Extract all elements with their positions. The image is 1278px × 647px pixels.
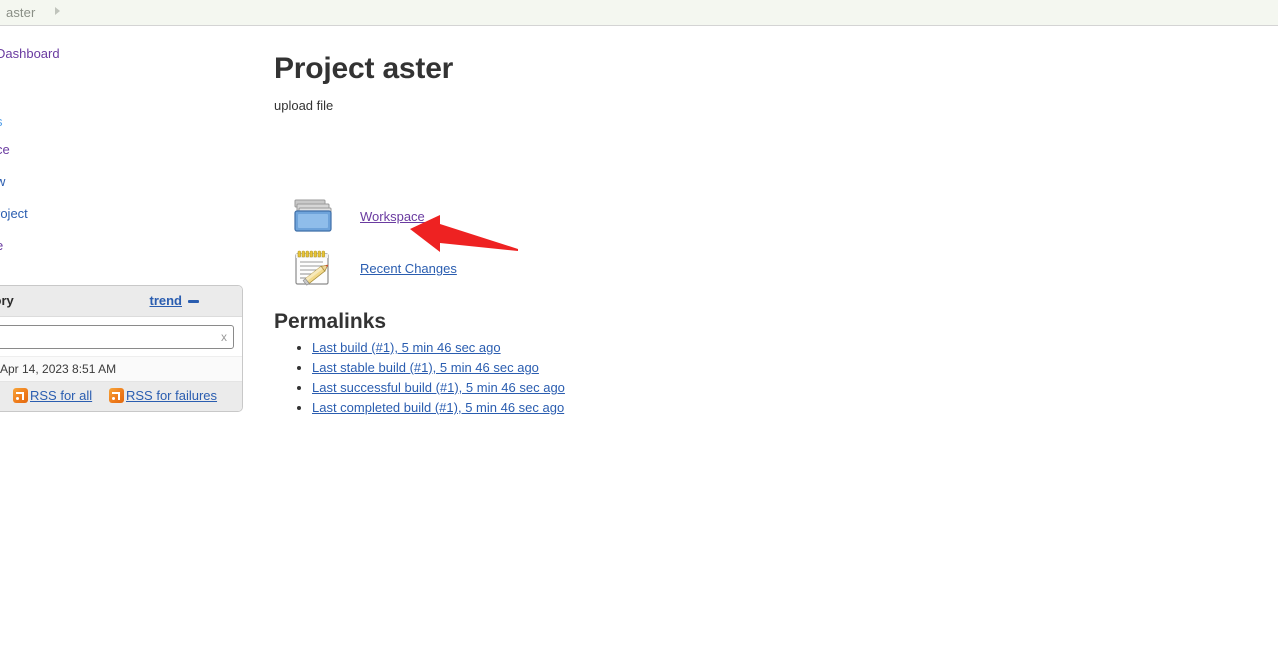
list-item: Last completed build (#1), 5 min 46 sec … (312, 398, 565, 418)
folder-icon (292, 196, 336, 236)
rss-for-all-link[interactable]: RSS for all (30, 388, 92, 403)
rss-for-all-group[interactable]: RSS for all (13, 388, 92, 403)
permalinks-heading: Permalinks (274, 310, 387, 333)
permalink-last-stable-build[interactable]: Last stable build (#1), 5 min 46 sec ago (312, 360, 539, 375)
main-content: Project aster upload file Workspace Rece… (274, 26, 1278, 415)
permalink-last-completed-build[interactable]: Last completed build (#1), 5 min 46 sec … (312, 400, 564, 415)
build-history-title: History (0, 293, 14, 308)
recent-changes-link[interactable]: Recent Changes (360, 261, 457, 276)
build-history-search-input[interactable] (0, 328, 193, 348)
rss-for-failures-group[interactable]: RSS for failures (109, 388, 217, 403)
list-item: Last successful build (#1), 5 min 46 sec… (312, 378, 565, 398)
list-item: Last build (#1), 5 min 46 sec ago (312, 338, 565, 358)
build-history-header: History trend (0, 286, 242, 317)
project-description: upload file (274, 98, 334, 113)
permalink-last-build[interactable]: Last build (#1), 5 min 46 sec ago (312, 340, 501, 355)
rss-icon (13, 388, 28, 403)
caret-right-icon[interactable] (55, 7, 60, 15)
rss-for-failures-link[interactable]: RSS for failures (126, 388, 217, 403)
sidebar-item-delete-project[interactable]: roject (0, 207, 28, 221)
sidebar-item-changes[interactable]: s (0, 115, 3, 129)
build-history-row[interactable]: Apr 14, 2023 8:51 AM (0, 356, 242, 382)
permalinks-list: Last build (#1), 5 min 46 sec ago Last s… (274, 338, 565, 418)
list-item: Last stable build (#1), 5 min 46 sec ago (312, 358, 565, 378)
sidebar-item-configure[interactable]: e (0, 239, 3, 253)
sidebar-item-dashboard[interactable]: Dashboard (0, 47, 60, 61)
build-history-search[interactable]: x (0, 325, 234, 349)
build-history-footer: RSS for all RSS for failures (0, 382, 242, 411)
permalink-last-successful-build[interactable]: Last successful build (#1), 5 min 46 sec… (312, 380, 565, 395)
clear-search-icon[interactable]: x (221, 330, 227, 344)
notepad-pencil-icon (292, 248, 336, 288)
build-date: Apr 14, 2023 8:51 AM (0, 362, 117, 376)
sidebar-item-workspace[interactable]: ce (0, 143, 10, 157)
minus-icon[interactable] (188, 300, 199, 303)
workspace-link[interactable]: Workspace (360, 209, 425, 224)
breadcrumb-bar: aster (0, 0, 1278, 26)
build-trend-link[interactable]: trend (150, 293, 183, 308)
page-title: Project aster (274, 52, 454, 85)
build-history-search-area: x (0, 317, 242, 356)
breadcrumb-item-project[interactable]: aster (6, 5, 35, 20)
sidebar-item-build-now[interactable]: w (0, 175, 5, 189)
build-history-panel: History trend x Apr 14, 2023 8:51 AM RSS… (0, 285, 243, 412)
rss-icon (109, 388, 124, 403)
